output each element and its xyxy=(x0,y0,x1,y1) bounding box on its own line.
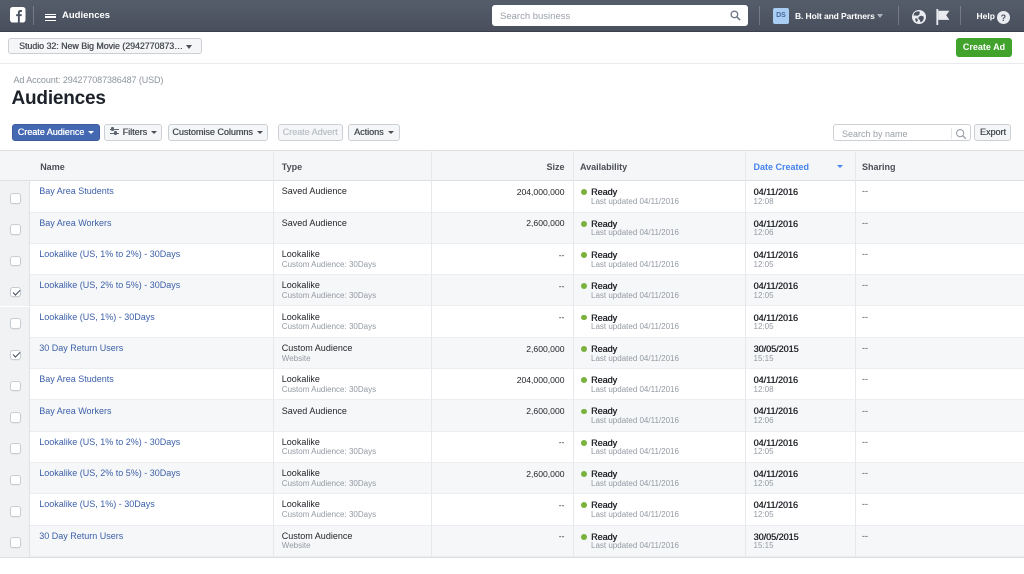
svg-text:?: ? xyxy=(1001,12,1006,22)
